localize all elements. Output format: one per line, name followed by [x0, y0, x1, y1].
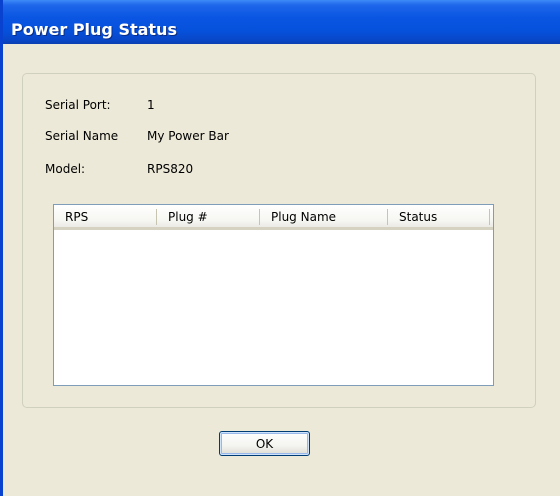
window-title: Power Plug Status	[11, 20, 177, 39]
serial-name-label: Serial Name	[45, 129, 119, 143]
model-label: Model:	[45, 162, 86, 176]
plug-list-view[interactable]: RPS Plug # Plug Name Status	[53, 204, 494, 386]
ok-button[interactable]: OK	[219, 431, 310, 456]
dialog-window: Power Plug Status Serial Port: 1 Serial …	[0, 0, 560, 496]
column-header-plug-name[interactable]: Plug Name	[260, 205, 388, 227]
status-group-box: Serial Port: 1 Serial Name My Power Bar …	[22, 73, 536, 408]
column-header-rps[interactable]: RPS	[54, 205, 157, 227]
title-bar[interactable]: Power Plug Status	[3, 0, 560, 44]
list-header: RPS Plug # Plug Name Status	[54, 205, 493, 230]
serial-port-label: Serial Port:	[45, 98, 111, 112]
model-value: RPS820	[147, 162, 194, 176]
serial-port-value: 1	[147, 98, 155, 112]
column-header-status[interactable]: Status	[388, 205, 490, 227]
list-body[interactable]	[54, 230, 493, 385]
serial-name-value: My Power Bar	[147, 129, 229, 143]
column-header-plug-number[interactable]: Plug #	[157, 205, 260, 227]
